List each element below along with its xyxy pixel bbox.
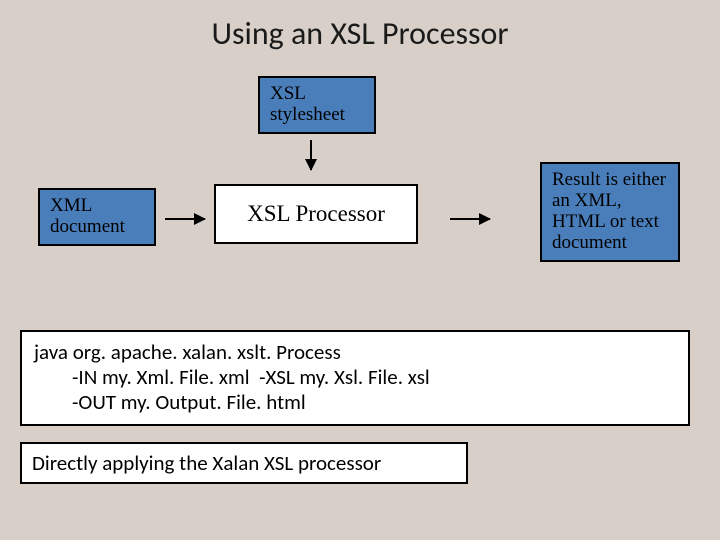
node-xsl-processor-label: XSL Processor [247, 201, 385, 226]
arrow-processor-to-result [450, 218, 490, 220]
page-title: Using an XSL Processor [0, 14, 720, 53]
node-result-label: Result is either an XML, HTML or text do… [552, 169, 666, 253]
code-command: java org. apache. xalan. xslt. Process -… [20, 330, 690, 426]
node-xsl-stylesheet-label: XSL stylesheet [270, 83, 345, 125]
node-xsl-processor: XSL Processor [214, 184, 418, 244]
arrow-stylesheet-to-processor [310, 140, 312, 170]
node-xml-document: XML document [38, 188, 156, 246]
node-result: Result is either an XML, HTML or text do… [540, 162, 680, 262]
caption-text: Directly applying the Xalan XSL processo… [20, 442, 468, 484]
node-xsl-stylesheet: XSL stylesheet [258, 76, 376, 134]
arrow-xml-to-processor [165, 218, 205, 220]
node-xml-document-label: XML document [50, 195, 125, 237]
